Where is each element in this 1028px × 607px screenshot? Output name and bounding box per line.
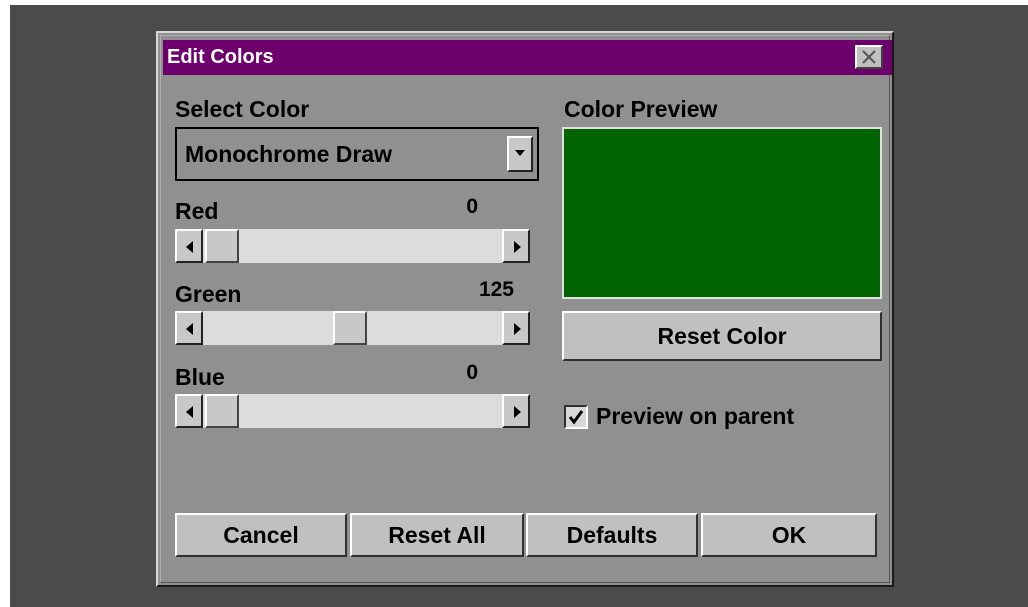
select-color-dropdown[interactable]: Monochrome Draw (175, 127, 539, 181)
color-preview-label: Color Preview (564, 96, 718, 122)
green-scroll-left-button[interactable] (175, 311, 203, 345)
green-slider-thumb[interactable] (332, 311, 367, 345)
arrow-left-icon (186, 241, 193, 253)
green-scroll-right-button[interactable] (502, 311, 530, 345)
title-bar[interactable]: Edit Colors (163, 40, 892, 75)
red-label: Red (175, 198, 219, 224)
close-button[interactable] (855, 45, 883, 69)
preview-on-parent-label: Preview on parent (596, 403, 795, 429)
ok-label: OK (771, 522, 807, 548)
reset-all-label: Reset All (388, 522, 486, 548)
ok-button[interactable]: OK (701, 513, 877, 557)
select-color-value: Monochrome Draw (185, 141, 393, 167)
blue-slider[interactable] (175, 394, 530, 428)
color-preview-swatch (562, 127, 882, 299)
preview-on-parent-checkbox[interactable] (564, 405, 588, 429)
red-scroll-right-button[interactable] (502, 229, 530, 263)
green-label: Green (175, 281, 242, 307)
blue-label: Blue (175, 364, 225, 390)
red-value: 0 (466, 195, 478, 218)
blue-scroll-left-button[interactable] (175, 394, 203, 428)
defaults-label: Defaults (566, 522, 658, 548)
blue-scroll-right-button[interactable] (502, 394, 530, 428)
close-icon (862, 50, 876, 64)
defaults-button[interactable]: Defaults (526, 513, 698, 557)
green-slider[interactable] (175, 311, 530, 345)
arrow-right-icon (514, 241, 521, 253)
arrow-right-icon (514, 406, 521, 418)
reset-all-button[interactable]: Reset All (350, 513, 524, 557)
select-color-label: Select Color (175, 96, 310, 122)
cancel-button[interactable]: Cancel (175, 513, 347, 557)
reset-color-button[interactable]: Reset Color (562, 311, 882, 361)
blue-value: 0 (466, 361, 478, 384)
dropdown-button[interactable] (507, 136, 533, 172)
window-title: Edit Colors (167, 46, 274, 68)
red-scroll-left-button[interactable] (175, 229, 203, 263)
arrow-right-icon (514, 323, 521, 335)
chevron-down-icon (515, 150, 525, 156)
arrow-left-icon (186, 406, 193, 418)
blue-slider-thumb[interactable] (205, 394, 239, 428)
arrow-left-icon (186, 323, 193, 335)
cancel-label: Cancel (223, 522, 299, 548)
checkmark-icon (568, 410, 584, 425)
red-slider[interactable] (175, 229, 530, 263)
red-slider-thumb[interactable] (205, 229, 239, 263)
reset-color-label: Reset Color (657, 323, 787, 349)
green-value: 125 (478, 278, 514, 301)
